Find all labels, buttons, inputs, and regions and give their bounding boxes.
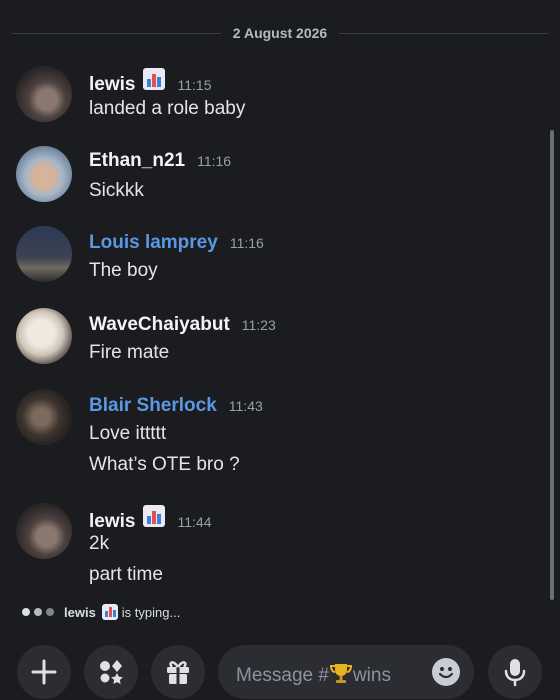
gift-button[interactable] xyxy=(151,645,205,699)
username[interactable]: Blair Sherlock xyxy=(89,395,217,417)
emoji-button[interactable] xyxy=(432,658,460,686)
message-text: landed a role baby xyxy=(89,98,246,119)
avatar[interactable] xyxy=(16,503,72,559)
timestamp: 11:23 xyxy=(241,317,276,333)
message-header: Ethan_n21 11:16 xyxy=(89,150,231,172)
message-header: WaveChaiyabut 11:23 xyxy=(89,314,276,336)
channel-name: wins xyxy=(352,665,391,686)
divider-line-left xyxy=(12,32,221,34)
date-divider: 2 August 2026 xyxy=(12,20,548,46)
typing-dot xyxy=(34,608,42,616)
message-placeholder: Message # wins xyxy=(236,661,391,687)
avatar[interactable] xyxy=(16,308,72,364)
message-header: lewis 11:44 xyxy=(89,505,211,533)
message-text: part time xyxy=(89,564,163,585)
gift-icon xyxy=(167,661,189,684)
typing-dot xyxy=(22,608,30,616)
username[interactable]: lewis xyxy=(89,511,135,533)
avatar[interactable] xyxy=(16,389,72,445)
message-input[interactable]: Message # wins xyxy=(218,645,474,699)
timestamp: 11:16 xyxy=(229,235,264,251)
apps-icon xyxy=(100,660,123,684)
timestamp: 11:44 xyxy=(177,514,212,530)
date-label: 2 August 2026 xyxy=(232,25,328,41)
avatar[interactable] xyxy=(16,226,72,282)
username[interactable]: WaveChaiyabut xyxy=(89,314,230,336)
timestamp: 11:43 xyxy=(228,398,263,414)
avatar[interactable] xyxy=(16,146,72,202)
trophy-icon xyxy=(329,664,352,683)
message-group[interactable]: Louis lamprey 11:16 The boy xyxy=(0,226,550,296)
plus-icon xyxy=(31,659,57,685)
typing-dot xyxy=(46,608,54,616)
message-group[interactable]: WaveChaiyabut 11:23 Fire mate xyxy=(0,308,550,378)
chart-emoji-icon xyxy=(143,68,166,90)
apps-button[interactable] xyxy=(84,645,138,699)
timestamp: 11:15 xyxy=(177,77,212,93)
message-text: Sickkk xyxy=(89,180,144,201)
microphone-icon xyxy=(504,659,526,687)
message-group[interactable]: lewis 11:44 2k part time xyxy=(0,501,550,596)
message-group[interactable]: lewis 11:15 landed a role baby xyxy=(0,64,550,134)
placeholder-prefix: Message # xyxy=(236,665,329,686)
avatar[interactable] xyxy=(16,66,72,122)
timestamp: 11:16 xyxy=(197,153,232,169)
typing-username: lewis xyxy=(64,604,96,620)
scrollbar[interactable] xyxy=(550,130,554,600)
username[interactable]: Ethan_n21 xyxy=(89,150,185,172)
add-button[interactable] xyxy=(17,645,71,699)
chart-emoji-icon xyxy=(143,505,166,527)
username[interactable]: lewis xyxy=(89,74,135,96)
message-text: Fire mate xyxy=(89,342,170,363)
message-text: Love ittttt xyxy=(89,423,167,444)
typing-indicator: lewis is typing... xyxy=(22,604,180,620)
divider-line-right xyxy=(339,32,548,34)
chart-emoji-icon xyxy=(101,604,118,620)
message-header: lewis 11:15 xyxy=(89,68,211,96)
message-header: Louis lamprey 11:16 xyxy=(89,232,264,254)
typing-text: is typing... xyxy=(121,604,181,620)
message-text: The boy xyxy=(89,260,158,281)
username[interactable]: Louis lamprey xyxy=(89,232,218,254)
message-text: What’s OTE bro ? xyxy=(89,454,240,475)
emoji-icon xyxy=(438,667,454,679)
message-header: Blair Sherlock 11:43 xyxy=(89,395,263,417)
voice-button[interactable] xyxy=(488,645,542,699)
message-text: 2k xyxy=(89,533,110,554)
message-group[interactable]: Ethan_n21 11:16 Sickkk xyxy=(0,146,550,216)
message-composer: Message # wins xyxy=(0,632,560,700)
message-group[interactable]: Blair Sherlock 11:43 Love ittttt What’s … xyxy=(0,389,550,489)
